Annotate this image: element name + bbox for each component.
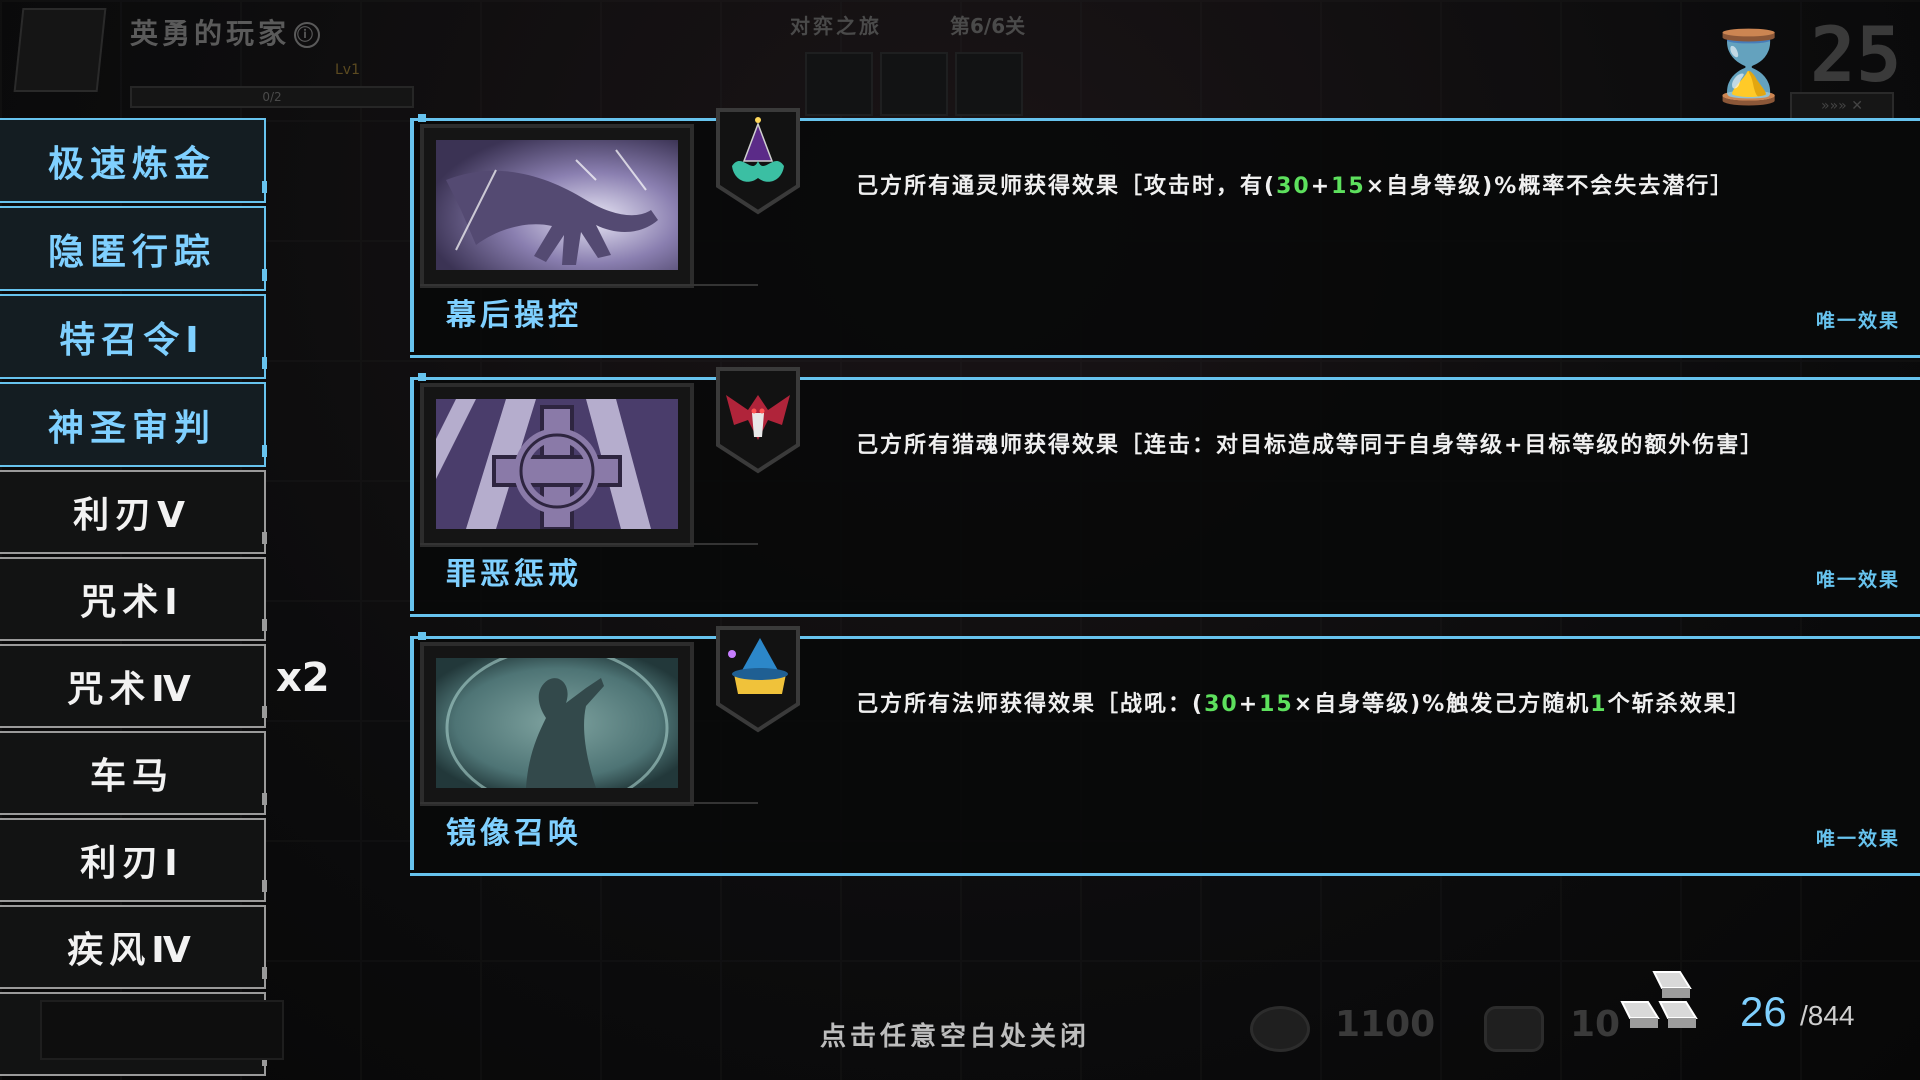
item-notch xyxy=(262,967,267,979)
effect-list-item[interactable]: 极速炼金 xyxy=(0,118,267,203)
desc-value: 30 xyxy=(1276,174,1311,199)
wood-icon xyxy=(1484,1006,1544,1052)
card-description: 己方所有猎魂师获得效果［连击：对目标造成等同于自身等级+目标等级的额外伤害］ xyxy=(856,427,1764,459)
stage-number: 第6/6关 xyxy=(950,14,1026,38)
hourglass-icon: ⌛ xyxy=(1705,26,1793,108)
desc-text: ×自身等级)%触发己方随机 xyxy=(1293,692,1591,717)
card-corner xyxy=(418,114,426,122)
desc-text: 己方所有通灵师获得效果［攻击时，有( xyxy=(856,174,1277,199)
effect-list-item[interactable]: 神圣审判 xyxy=(0,382,267,467)
effect-list-label: 咒术Ⅰ xyxy=(80,582,184,623)
enemy-slot xyxy=(880,52,948,116)
card-image-frame xyxy=(420,383,694,547)
top-hud: 英勇的玩家 ⓘ Lv1 0/2 对弈之旅 第6/6关 ⌛ 25 »»» ✕ xyxy=(0,0,1920,120)
mage-icon xyxy=(712,624,804,734)
multiplier-label: x2 xyxy=(276,655,330,701)
effect-list-item[interactable]: 车马 xyxy=(0,731,267,815)
card-title: 罪恶惩戒 xyxy=(446,557,582,592)
effect-list-label: 咒术Ⅳ xyxy=(67,669,197,710)
effect-list-item[interactable]: 咒术Ⅰ xyxy=(0,557,267,641)
card-divider xyxy=(420,802,758,804)
desc-text: + xyxy=(1238,692,1260,717)
effect-list-label: 极速炼金 xyxy=(47,143,216,185)
effect-list-item[interactable]: 隐匿行踪 xyxy=(0,206,267,291)
bottom-left-panel xyxy=(40,1000,284,1060)
silver-ingot-icon xyxy=(1614,966,1710,1038)
item-notch xyxy=(262,445,267,457)
effect-list: 极速炼金 隐匿行踪 特召令Ⅰ 神圣审判 利刃Ⅴ 咒术Ⅰ 咒术Ⅳ 车马 利刃Ⅰ 疾… xyxy=(0,118,267,1079)
card-divider xyxy=(420,284,758,286)
desc-value: 15 xyxy=(1259,692,1294,717)
card-corner xyxy=(418,373,426,381)
unique-effect-tag: 唯一效果 xyxy=(1815,569,1900,591)
item-notch xyxy=(262,619,267,631)
effect-list-label: 利刃Ⅴ xyxy=(73,495,191,536)
card-divider xyxy=(420,543,758,545)
stage-name: 对弈之旅 xyxy=(790,14,882,38)
hand-icon xyxy=(436,140,678,270)
effect-list-item[interactable]: 利刃Ⅴ xyxy=(0,470,267,554)
effect-list-label: 疾风Ⅳ xyxy=(67,930,197,971)
unique-effect-tag: 唯一效果 xyxy=(1815,828,1900,850)
card-image-frame xyxy=(420,124,694,288)
holy-cross-icon xyxy=(436,399,678,529)
item-notch xyxy=(262,269,267,281)
item-notch xyxy=(262,532,267,544)
effect-list-item[interactable]: 咒术Ⅳ xyxy=(0,644,267,728)
speed-button: »»» ✕ xyxy=(1790,92,1894,120)
desc-text: 个斩杀效果］ xyxy=(1607,692,1752,717)
desc-text: 己方所有法师获得效果［战吼：( xyxy=(856,692,1205,717)
player-name: 英勇的玩家 ⓘ xyxy=(130,12,321,52)
ingot-count: 26 xyxy=(1740,988,1787,1035)
effect-list-label: 利刃Ⅰ xyxy=(80,843,184,884)
item-notch xyxy=(262,181,267,193)
desc-value: 1 xyxy=(1590,692,1608,717)
close-hint: 点击任意空白处关闭 xyxy=(820,1022,1091,1052)
effect-list-item[interactable]: 疾风Ⅳ xyxy=(0,905,267,989)
effect-list-item[interactable]: 特召令Ⅰ xyxy=(0,294,267,379)
desc-text: 己方所有猎魂师获得效果［连击：对目标造成等同于自身等级+目标等级的额外伤害］ xyxy=(856,433,1765,458)
xp-bar: 0/2 xyxy=(130,86,414,108)
card-border xyxy=(410,636,414,870)
unique-effect-tag: 唯一效果 xyxy=(1815,310,1900,332)
card-description: 己方所有通灵师获得效果［攻击时，有(30+15×自身等级)%概率不会失去潜行］ xyxy=(856,168,1734,200)
level-label: Lv1 xyxy=(335,62,360,78)
player-name-text: 英勇的玩家 xyxy=(130,17,291,50)
item-notch xyxy=(262,793,267,805)
effect-card[interactable]: 罪恶惩戒 己方所有猎魂师获得效果［连击：对目标造成等同于自身等级+目标等级的额外… xyxy=(410,367,1920,617)
item-notch xyxy=(262,706,267,718)
wood-count: 10 xyxy=(1570,1004,1621,1045)
effect-list-item[interactable]: 利刃Ⅰ xyxy=(0,818,267,902)
desc-text: + xyxy=(1310,174,1332,199)
effect-list-label: 隐匿行踪 xyxy=(47,231,216,273)
ingot-max: /844 xyxy=(1800,1000,1855,1031)
info-icon: ⓘ xyxy=(294,22,321,48)
coin-icon xyxy=(1250,1006,1310,1052)
player-avatar xyxy=(13,8,107,92)
effect-card[interactable]: 幕后操控 己方所有通灵师获得效果［攻击时，有(30+15×自身等级)%概率不会失… xyxy=(410,108,1920,358)
enemy-slot xyxy=(805,52,873,116)
soulhunter-icon xyxy=(712,365,804,475)
enemy-slot xyxy=(955,52,1023,116)
coin-count: 1100 xyxy=(1335,1004,1436,1045)
effect-list-label: 特召令Ⅰ xyxy=(59,319,205,361)
mirror-summon-icon xyxy=(436,658,678,788)
card-border xyxy=(410,118,414,352)
effect-card[interactable]: 镜像召唤 己方所有法师获得效果［战吼：(30+15×自身等级)%触发己方随机1个… xyxy=(410,626,1920,876)
effect-list-label: 神圣审判 xyxy=(47,407,216,449)
desc-text: ×自身等级)%概率不会失去潜行］ xyxy=(1365,174,1735,199)
item-notch xyxy=(262,357,267,369)
round-timer: 25 xyxy=(1810,10,1902,99)
desc-value: 15 xyxy=(1331,174,1366,199)
card-title: 幕后操控 xyxy=(446,298,582,333)
effect-list-label: 车马 xyxy=(89,756,174,797)
card-description: 己方所有法师获得效果［战吼：(30+15×自身等级)%触发己方随机1个斩杀效果］ xyxy=(856,686,1752,718)
card-border xyxy=(410,377,414,611)
card-title: 镜像召唤 xyxy=(446,816,582,851)
card-image-frame xyxy=(420,642,694,806)
desc-value: 30 xyxy=(1204,692,1239,717)
card-corner xyxy=(418,632,426,640)
item-notch xyxy=(262,880,267,892)
necromancer-icon xyxy=(712,106,804,216)
